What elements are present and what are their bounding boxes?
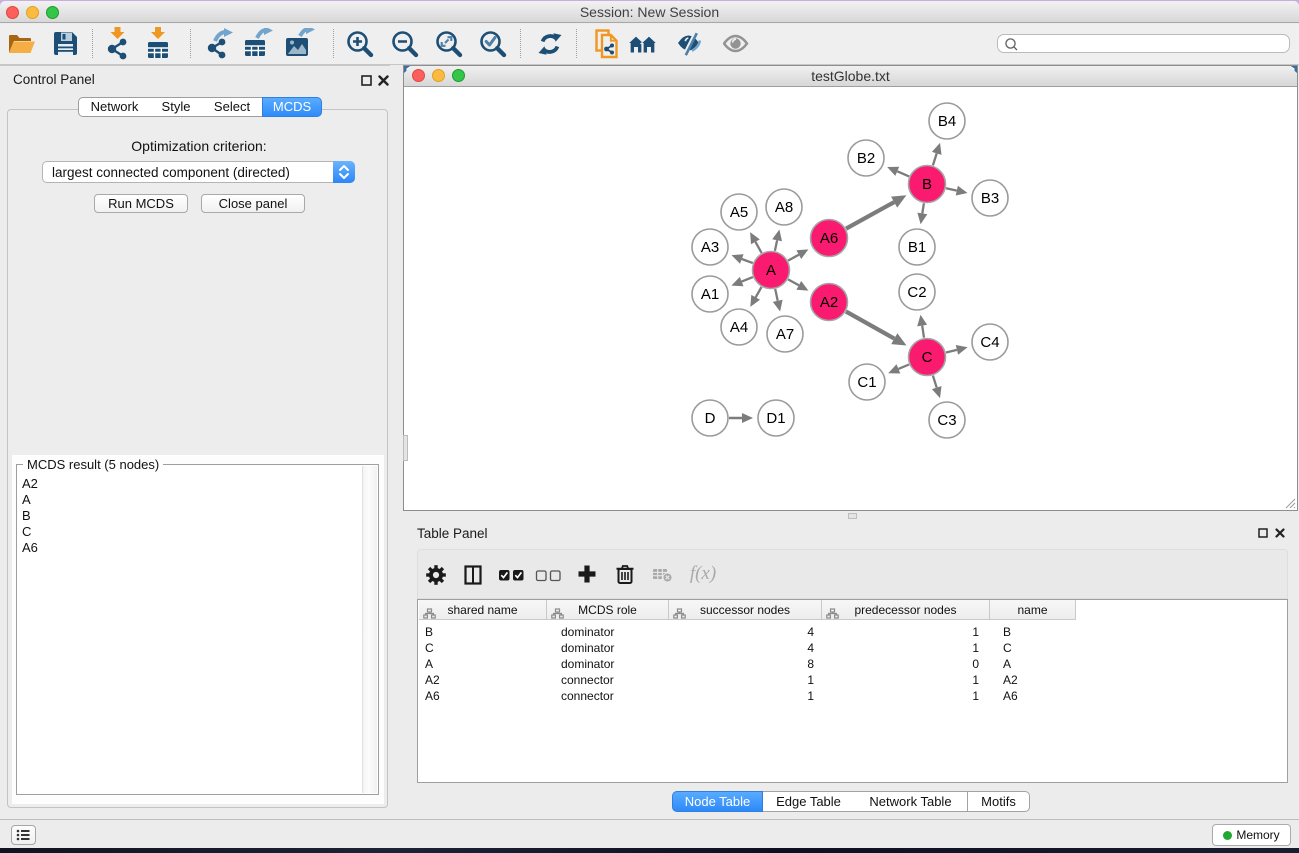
svg-text:A1: A1 <box>701 286 719 303</box>
svg-text:C2: C2 <box>907 284 926 301</box>
svg-text:A3: A3 <box>701 239 719 256</box>
svg-text:D1: D1 <box>766 410 785 427</box>
svg-text:B4: B4 <box>938 113 956 130</box>
svg-text:A: A <box>766 262 776 279</box>
svg-text:A8: A8 <box>775 199 793 216</box>
svg-text:B3: B3 <box>981 190 999 207</box>
svg-text:C: C <box>922 349 933 366</box>
svg-text:C3: C3 <box>937 412 956 429</box>
svg-text:A4: A4 <box>730 319 748 336</box>
svg-text:A6: A6 <box>820 230 838 247</box>
svg-text:B2: B2 <box>857 150 875 167</box>
svg-text:D: D <box>705 410 716 427</box>
svg-text:A2: A2 <box>820 294 838 311</box>
svg-text:A5: A5 <box>730 204 748 221</box>
svg-text:C1: C1 <box>857 374 876 391</box>
svg-text:B: B <box>922 176 932 193</box>
svg-text:B1: B1 <box>908 239 926 256</box>
svg-text:C4: C4 <box>980 334 999 351</box>
svg-text:A7: A7 <box>776 326 794 343</box>
